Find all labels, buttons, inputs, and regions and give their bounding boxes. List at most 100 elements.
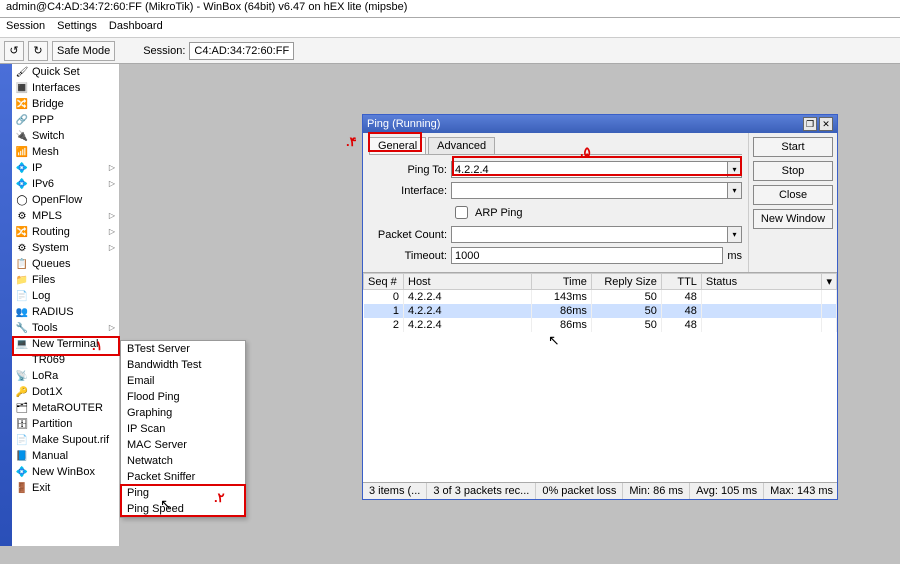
sidebar-item-mpls[interactable]: ⚙MPLS▷: [12, 208, 119, 224]
ping-window-titlebar[interactable]: Ping (Running) ❐ ✕: [363, 115, 837, 133]
submenu-item-bandwidth-test[interactable]: Bandwidth Test: [121, 357, 245, 373]
submenu-item-ping[interactable]: Ping: [121, 485, 245, 501]
sidebar-item-lora[interactable]: 📡LoRa: [12, 368, 119, 384]
submenu-item-ip-scan[interactable]: IP Scan: [121, 421, 245, 437]
sidebar-item-manual[interactable]: 📘Manual: [12, 448, 119, 464]
sidebar-item-interfaces[interactable]: 🔳Interfaces: [12, 80, 119, 96]
sidebar-item-label: LoRa: [32, 370, 58, 382]
submenu-item-graphing[interactable]: Graphing: [121, 405, 245, 421]
sidebar-item-tools[interactable]: 🔧Tools▷: [12, 320, 119, 336]
submenu-item-mac-server[interactable]: MAC Server: [121, 437, 245, 453]
submenu-item-netwatch[interactable]: Netwatch: [121, 453, 245, 469]
stop-button[interactable]: Stop: [753, 161, 833, 181]
col-reply-size[interactable]: Reply Size: [591, 274, 661, 290]
col-status[interactable]: Status: [701, 274, 822, 290]
sidebar-item-ip[interactable]: 💠IP▷: [12, 160, 119, 176]
chevron-right-icon: ▷: [109, 243, 115, 253]
ping-statusbar: 3 items (... 3 of 3 packets rec... 0% pa…: [363, 482, 837, 499]
new-winbox-icon: 💠: [16, 466, 28, 478]
sidebar-item-new-winbox[interactable]: 💠 New WinBox: [12, 464, 119, 480]
new-window-button[interactable]: New Window: [753, 209, 833, 229]
status-min: Min: 86 ms: [623, 483, 690, 499]
col-menu-icon[interactable]: ▾: [822, 274, 837, 290]
sidebar-item-exit[interactable]: 🚪Exit: [12, 480, 119, 496]
cell-host: 4.2.2.4: [404, 290, 532, 305]
sidebar-item-metarouter[interactable]: 🗂MetaROUTER: [12, 400, 119, 416]
tab-advanced[interactable]: Advanced: [428, 137, 495, 154]
sidebar-item-log[interactable]: 📄Log: [12, 288, 119, 304]
status-received: 3 of 3 packets rec...: [427, 483, 536, 499]
window-title: admin@C4:AD:34:72:60:FF (MikroTik) - Win…: [6, 1, 407, 13]
sidebar-item-system[interactable]: ⚙System▷: [12, 240, 119, 256]
menu-session[interactable]: Session: [6, 20, 45, 35]
status-loss: 0% packet loss: [536, 483, 623, 499]
sidebar-item-ppp[interactable]: 🔗PPP: [12, 112, 119, 128]
cell-status: [701, 318, 822, 332]
submenu-item-ping-speed[interactable]: Ping Speed: [121, 501, 245, 517]
sidebar-item-tr069[interactable]: TR069: [12, 352, 119, 368]
sidebar-item-ipv6[interactable]: 💠IPv6▷: [12, 176, 119, 192]
ping-results-table: Seq # Host Time Reply Size TTL Status ▾ …: [363, 273, 837, 332]
sidebar-item-routing[interactable]: 🔀Routing▷: [12, 224, 119, 240]
safe-mode-button[interactable]: Safe Mode: [52, 41, 115, 61]
menu-settings[interactable]: Settings: [57, 20, 97, 35]
close-icon[interactable]: ✕: [819, 117, 833, 131]
tab-general[interactable]: General: [369, 137, 426, 154]
sidebar-item-files[interactable]: 📁Files: [12, 272, 119, 288]
col-ttl[interactable]: TTL: [661, 274, 701, 290]
sidebar-item-mesh[interactable]: 📶Mesh: [12, 144, 119, 160]
submenu-item-btest-server[interactable]: BTest Server: [121, 341, 245, 357]
cell-ttl: 48: [661, 290, 701, 305]
menu-dashboard[interactable]: Dashboard: [109, 20, 163, 35]
sidebar-item-label: IPv6: [32, 178, 54, 190]
sidebar-item-bridge[interactable]: 🔀Bridge: [12, 96, 119, 112]
table-row[interactable]: 04.2.2.4143ms5048: [364, 290, 837, 305]
sidebar-item-partition[interactable]: 🗄Partition: [12, 416, 119, 432]
submenu-item-email[interactable]: Email: [121, 373, 245, 389]
sidebar-item-make-supout-rif[interactable]: 📄Make Supout.rif: [12, 432, 119, 448]
interface-dropdown-icon[interactable]: ▾: [728, 182, 742, 199]
table-row[interactable]: 14.2.2.486ms5048: [364, 304, 837, 318]
col-time[interactable]: Time: [531, 274, 591, 290]
files-icon: 📁: [16, 274, 28, 286]
cell-time: 86ms: [531, 304, 591, 318]
packet-count-dropdown-icon[interactable]: ▾: [728, 226, 742, 243]
annotation-1: .۱: [92, 338, 103, 354]
cell-time: 86ms: [531, 318, 591, 332]
start-button[interactable]: Start: [753, 137, 833, 157]
sidebar-item-switch[interactable]: 🔌Switch: [12, 128, 119, 144]
bridge-icon: 🔀: [16, 98, 28, 110]
submenu-item-flood-ping[interactable]: Flood Ping: [121, 389, 245, 405]
sidebar-item-label: Queues: [32, 258, 71, 270]
ping-window: Ping (Running) ❐ ✕ General Advanced Ping…: [362, 114, 838, 500]
sidebar-item-quick-set[interactable]: 🖌Quick Set: [12, 64, 119, 80]
menubar: Session Settings Dashboard: [0, 18, 900, 38]
chevron-right-icon: ▷: [109, 179, 115, 189]
sidebar-item-radius[interactable]: 👥RADIUS: [12, 304, 119, 320]
interface-input[interactable]: [451, 182, 728, 199]
sidebar-item-dot1x[interactable]: 🔑Dot1X: [12, 384, 119, 400]
cell-time: 143ms: [531, 290, 591, 305]
sidebar-item-openflow[interactable]: ◯OpenFlow: [12, 192, 119, 208]
close-button[interactable]: Close: [753, 185, 833, 205]
timeout-input[interactable]: 1000: [451, 247, 723, 264]
arp-ping-checkbox[interactable]: [455, 206, 468, 219]
col-host[interactable]: Host: [404, 274, 532, 290]
undo-button[interactable]: ↺: [4, 41, 24, 61]
table-row[interactable]: 24.2.2.486ms5048: [364, 318, 837, 332]
cell-seq: 2: [364, 318, 404, 332]
ping-to-input[interactable]: 4.2.2.4: [451, 161, 728, 178]
sidebar-item-label: Make Supout.rif: [32, 434, 109, 446]
ping-to-dropdown-icon[interactable]: ▾: [728, 161, 742, 178]
chevron-right-icon: ▷: [109, 227, 115, 237]
system-icon: ⚙: [16, 242, 28, 254]
sidebar-item-label: New WinBox: [32, 466, 95, 478]
restore-icon[interactable]: ❐: [803, 117, 817, 131]
sidebar-item-new-terminal[interactable]: 💻New Terminal: [12, 336, 119, 352]
redo-button[interactable]: ↻: [28, 41, 48, 61]
sidebar-item-label: Switch: [32, 130, 64, 142]
col-seq[interactable]: Seq #: [364, 274, 404, 290]
packet-count-input[interactable]: [451, 226, 728, 243]
sidebar-item-queues[interactable]: 📋Queues: [12, 256, 119, 272]
submenu-item-packet-sniffer[interactable]: Packet Sniffer: [121, 469, 245, 485]
